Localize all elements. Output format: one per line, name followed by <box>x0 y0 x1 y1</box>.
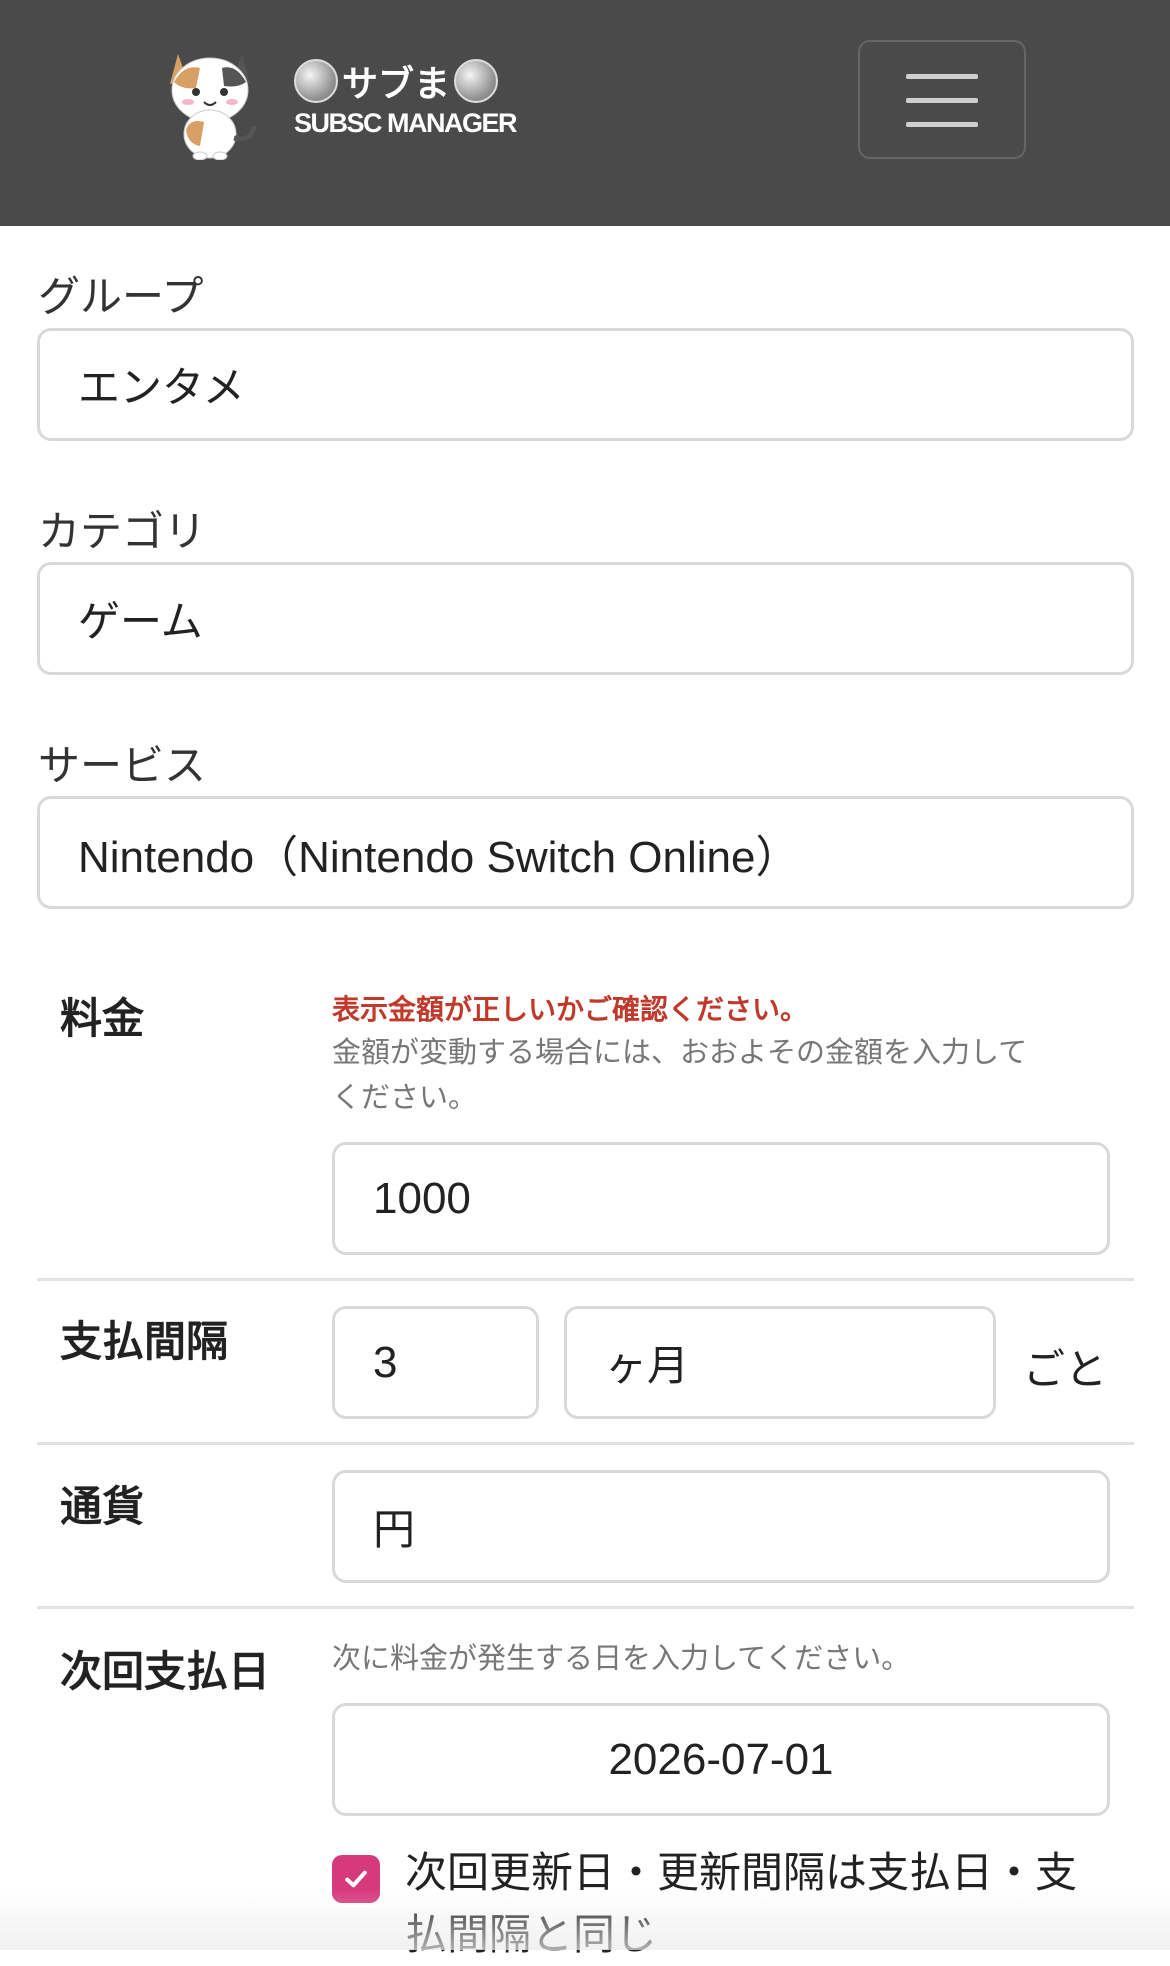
currency-select[interactable]: 円 <box>332 1470 1110 1583</box>
menu-line-icon <box>906 74 978 79</box>
interval-suffix: ごと <box>1023 1345 1108 1394</box>
menu-line-icon <box>906 122 978 127</box>
interval-label: 支払間隔 <box>60 1317 229 1366</box>
coin-icon <box>454 59 499 103</box>
coin-icon <box>294 59 338 103</box>
divider <box>37 1442 1134 1445</box>
next-payment-label: 次回支払日 <box>60 1647 271 1696</box>
app-header: サブま SUBSC MANAGER <box>0 0 1170 226</box>
next-payment-hint: 次に料金が発生する日を入力してください。 <box>332 1641 911 1675</box>
cat-logo-icon[interactable] <box>160 42 260 160</box>
same-as-payment-checkbox[interactable] <box>332 1855 380 1903</box>
service-select[interactable]: Nintendo（Nintendo Switch Online） <box>37 796 1134 909</box>
brand[interactable]: サブま SUBSC MANAGER <box>294 56 518 139</box>
service-label: サービス <box>38 741 207 790</box>
hamburger-menu-button[interactable] <box>858 40 1026 159</box>
interval-unit-select[interactable]: ヶ月 <box>564 1306 996 1419</box>
price-label: 料金 <box>60 994 145 1043</box>
price-hint-line1: 金額が変動する場合には、おおよその金額を入力して <box>332 1035 1028 1069</box>
currency-label: 通貨 <box>60 1482 145 1531</box>
menu-line-icon <box>906 98 978 103</box>
divider <box>37 1278 1134 1281</box>
next-payment-date-input[interactable]: 2026-07-01 <box>332 1703 1110 1816</box>
price-input[interactable]: 1000 <box>332 1142 1110 1255</box>
brand-subtitle: SUBSC MANAGER <box>294 108 518 138</box>
brand-name: サブま <box>342 64 451 105</box>
checkmark-icon <box>345 1870 367 1888</box>
group-select[interactable]: エンタメ <box>37 328 1134 441</box>
group-label: グループ <box>38 272 204 321</box>
category-label: カテゴリ <box>38 507 207 556</box>
same-as-payment-label[interactable]: 次回更新日・更新間隔は支払日・支払間隔と同じ <box>405 1842 1105 1966</box>
category-select[interactable]: ゲーム <box>37 562 1134 675</box>
divider <box>37 1606 1134 1609</box>
interval-number-input[interactable]: 3 <box>332 1306 539 1419</box>
price-hint-line2: ください。 <box>332 1080 478 1114</box>
price-warning: 表示金額が正しいかご確認ください。 <box>332 993 809 1026</box>
